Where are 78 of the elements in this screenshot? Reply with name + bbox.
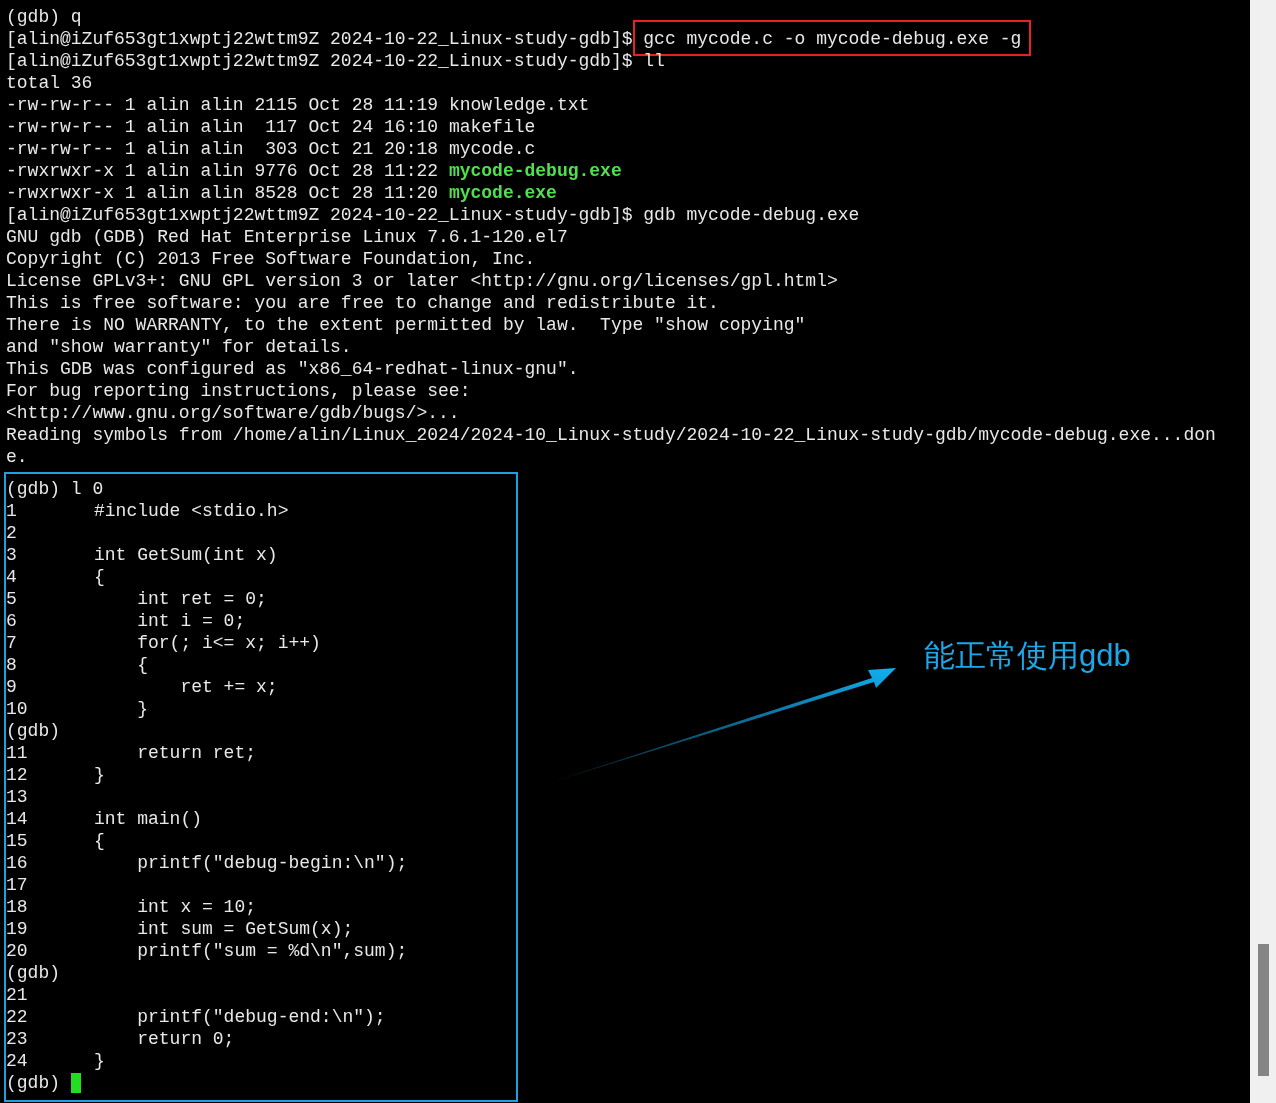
- terminal-line: e.: [6, 447, 28, 467]
- code-line: {: [136, 654, 148, 676]
- shell-prompt: [alin@iZuf653gt1xwptj22wttm9Z 2024-10-22_Linux-study-gdb]$: [6, 204, 634, 226]
- code-line: int sum = GetSum(x);: [136, 918, 354, 940]
- line-number: 19: [6, 918, 29, 940]
- line-number: 18: [6, 896, 29, 918]
- code-line: }: [94, 1050, 105, 1072]
- line-number: 1: [6, 500, 18, 522]
- code-line: {: [94, 830, 105, 852]
- terminal-line: GNU gdb (GDB) Red Hat Enterprise Linux 7.6.1-120.el7: [6, 227, 568, 247]
- line-number: 5: [6, 588, 18, 610]
- code-line: }: [94, 764, 105, 786]
- terminal-line: (gdb): [6, 721, 60, 741]
- line-number: 7: [6, 632, 18, 654]
- file-name: knowledge.txt: [448, 94, 590, 116]
- file-details: -rw-rw-r-- 1 alin alin 117 Oct 24 16:10: [6, 116, 440, 138]
- terminal-line: This is free software: you are free to change and redistribute it.: [6, 293, 719, 313]
- file-name: makefile: [448, 116, 536, 138]
- line-number: 24: [6, 1050, 29, 1072]
- file-details: -rwxrwxr-x 1 alin alin 9776 Oct 28 11:22: [6, 160, 440, 182]
- shell-prompt: [alin@iZuf653gt1xwptj22wttm9Z 2024-10-22_Linux-study-gdb]$: [6, 28, 634, 50]
- line-number: 3: [6, 544, 18, 566]
- terminal-line: There is NO WARRANTY, to the extent permitted by law. Type "show copying": [6, 315, 806, 335]
- code-line: for(; i<= x; i++): [136, 632, 321, 654]
- line-number: 8: [6, 654, 18, 676]
- line-number: 20: [6, 940, 29, 962]
- code-line: ret += x;: [179, 676, 278, 698]
- file-details: -rwxrwxr-x 1 alin alin 8528 Oct 28 11:20: [6, 182, 440, 204]
- terminal-line: License GPLv3+: GNU GPL version 3 or later <http://gnu.org/licenses/gpl.html>: [6, 271, 838, 291]
- line-number: 10: [6, 698, 29, 720]
- terminal-line: total 36: [6, 73, 93, 93]
- terminal-line: Reading symbols from /home/alin/Linux_2024/2024-10_Linux-study/2024-10-22_Linux-study-gdb/mycode-debug.exe...don: [6, 425, 1216, 445]
- terminal-line: and "show warranty" for details.: [6, 337, 352, 357]
- line-number: 17: [6, 874, 29, 896]
- file-name: mycode.c: [448, 138, 536, 160]
- line-number: 22: [6, 1006, 29, 1028]
- code-line: {: [94, 566, 105, 588]
- code-line: int i = 0;: [136, 610, 246, 632]
- annotation-text: 能正常使用gdb: [924, 637, 1131, 675]
- terminal-line: (gdb) q: [6, 7, 82, 27]
- line-number: 12: [6, 764, 29, 786]
- code-line: return 0;: [136, 1028, 235, 1050]
- code-line: int x = 10;: [136, 896, 257, 918]
- terminal-line: This GDB was configured as "x86_64-redhat-linux-gnu".: [6, 359, 579, 379]
- code-line: int main(): [94, 808, 203, 830]
- line-number: 14: [6, 808, 29, 830]
- shell-prompt: [alin@iZuf653gt1xwptj22wttm9Z 2024-10-22_Linux-study-gdb]$: [6, 50, 634, 72]
- scrollbar-thumb[interactable]: [1258, 944, 1269, 1076]
- terminal-line: (gdb): [6, 963, 60, 983]
- line-number: 23: [6, 1028, 29, 1050]
- terminal-line: <http://www.gnu.org/software/gdb/bugs/>...: [6, 403, 460, 423]
- code-line: return ret;: [136, 742, 257, 764]
- code-line: int GetSum(int x): [94, 544, 278, 566]
- code-line: }: [136, 698, 148, 720]
- line-number: 15: [6, 830, 29, 852]
- shell-command: gdb mycode-debug.exe: [643, 204, 860, 226]
- line-number: 21: [6, 984, 29, 1006]
- terminal-line: Copyright (C) 2013 Free Software Foundation, Inc.: [6, 249, 536, 269]
- text-cursor: [70, 1073, 81, 1093]
- file-name: mycode.exe: [448, 182, 557, 204]
- file-details: -rw-rw-r-- 1 alin alin 2115 Oct 28 11:19: [6, 94, 440, 116]
- code-line: printf("debug-begin:\n");: [136, 852, 408, 874]
- file-name: mycode-debug.exe: [448, 160, 622, 182]
- terminal-line: For bug reporting instructions, please see:: [6, 381, 471, 401]
- gdb-prompt: (gdb): [6, 1072, 61, 1094]
- file-details: -rw-rw-r-- 1 alin alin 303 Oct 21 20:18: [6, 138, 440, 160]
- code-line: printf("sum = %d\n",sum);: [136, 940, 408, 962]
- line-number: 11: [6, 742, 29, 764]
- line-number: 2: [6, 522, 18, 544]
- line-number: 9: [6, 676, 18, 698]
- terminal-line: (gdb) l 0: [6, 479, 104, 499]
- line-number: 13: [6, 786, 29, 808]
- code-line: #include <stdio.h>: [94, 500, 289, 522]
- code-line: printf("debug-end:\n");: [136, 1006, 386, 1028]
- code-line: int ret = 0;: [136, 588, 267, 610]
- line-number: 4: [6, 566, 18, 588]
- line-number: 16: [6, 852, 29, 874]
- line-number: 6: [6, 610, 18, 632]
